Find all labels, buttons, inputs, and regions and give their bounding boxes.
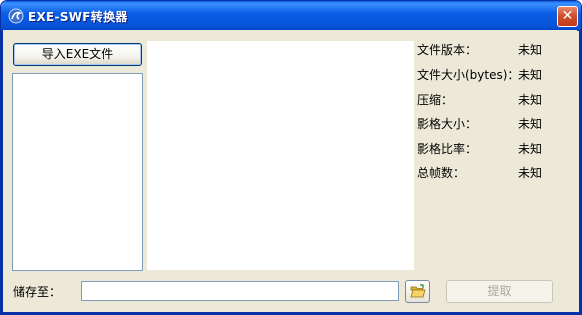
file-list[interactable]: [12, 73, 143, 271]
save-path-input[interactable]: [81, 281, 399, 301]
window-frame-left: [0, 30, 3, 315]
compression-label: 压缩：: [417, 93, 454, 107]
import-exe-button[interactable]: 导入EXE文件: [13, 43, 142, 66]
extract-button[interactable]: 提取: [446, 280, 553, 303]
title-bar[interactable]: EXE-SWF转换器 ✕: [1, 1, 581, 31]
close-icon: ✕: [561, 8, 574, 24]
close-button[interactable]: ✕: [557, 6, 578, 27]
folder-open-icon: [410, 284, 426, 298]
total-frames-label: 总帧数：: [417, 166, 466, 180]
frame-size-value: 未知: [518, 117, 543, 131]
window-title: EXE-SWF转换器: [28, 10, 128, 24]
browse-folder-button[interactable]: [405, 280, 430, 303]
file-size-value: 未知: [518, 68, 543, 82]
file-version-label: 文件版本：: [417, 43, 478, 57]
preview-area: [147, 41, 414, 270]
compression-value: 未知: [518, 93, 543, 107]
frame-rate-value: 未知: [518, 142, 543, 156]
app-icon: [8, 8, 24, 24]
save-to-label: 储存至：: [13, 285, 62, 299]
file-version-value: 未知: [518, 43, 543, 57]
frame-rate-label: 影格比率：: [417, 142, 478, 156]
frame-size-label: 影格大小：: [417, 117, 478, 131]
total-frames-value: 未知: [518, 166, 543, 180]
file-size-label: 文件大小(bytes)：: [417, 68, 520, 82]
